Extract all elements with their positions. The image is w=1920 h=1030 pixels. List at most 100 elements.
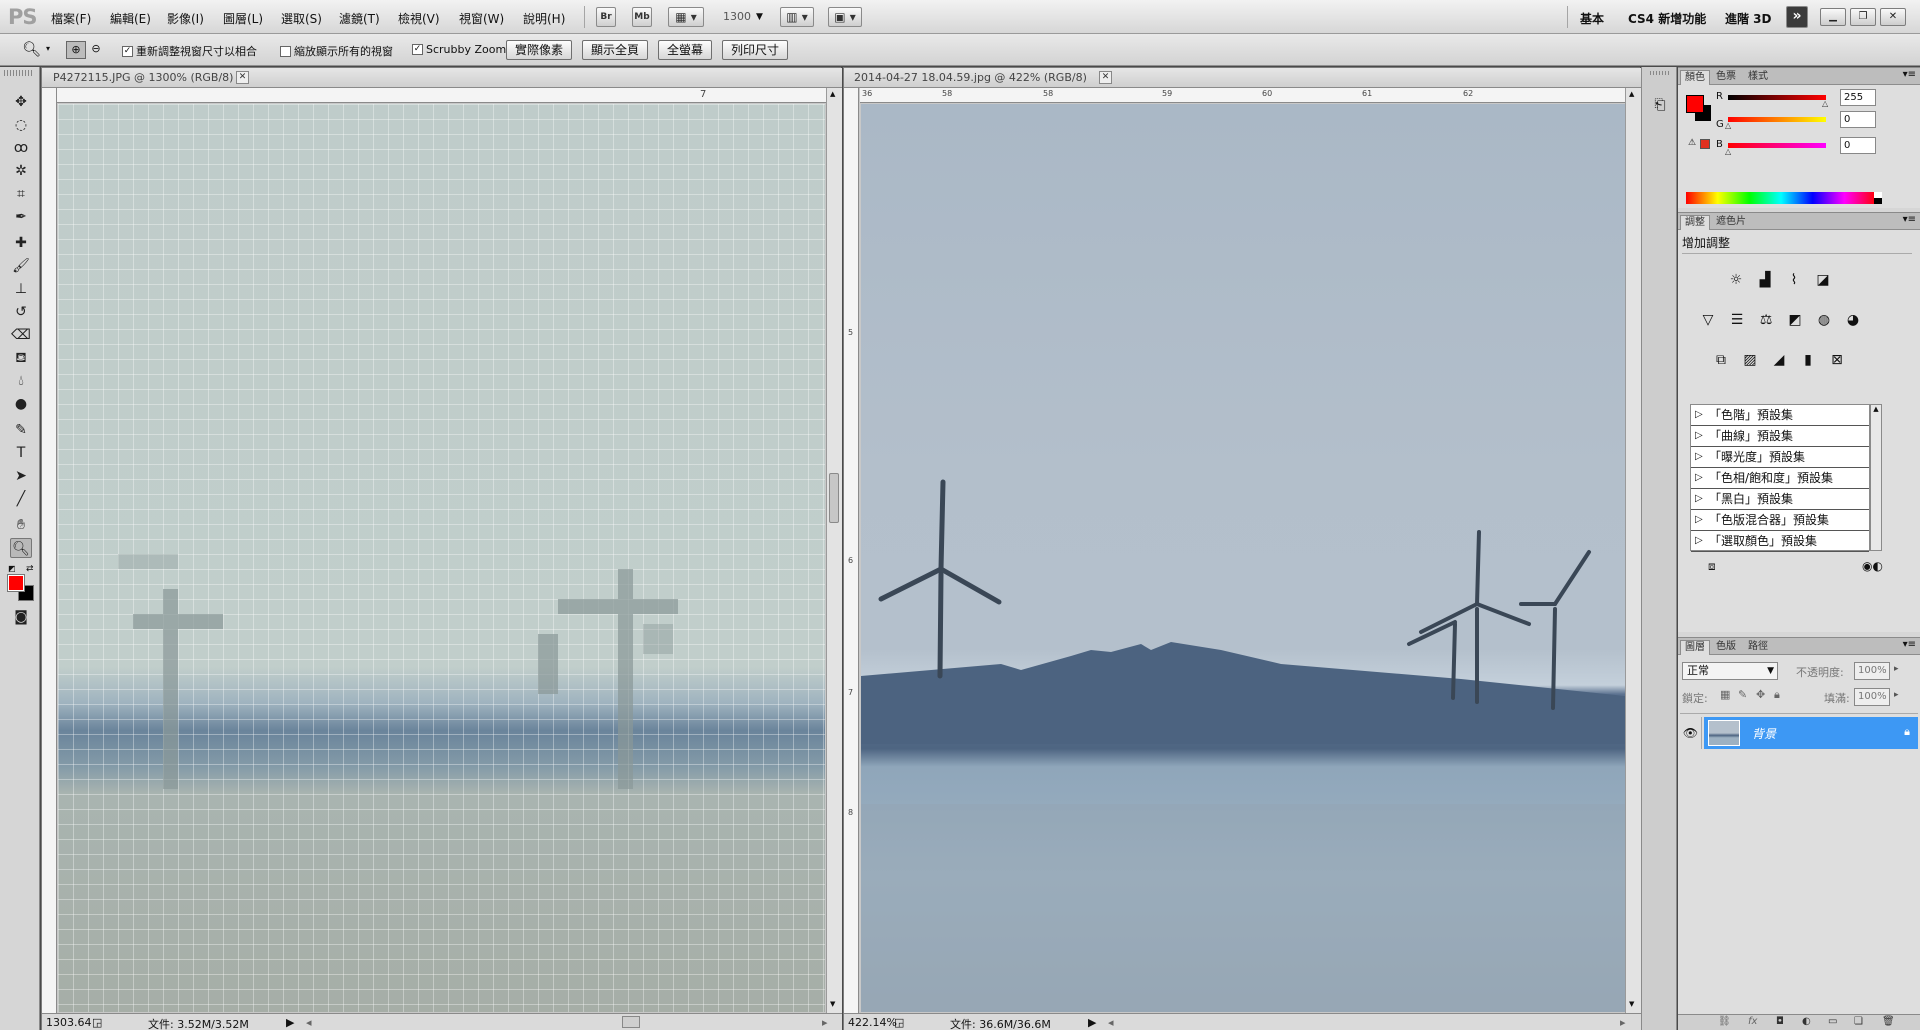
green-slider-track[interactable] xyxy=(1728,117,1826,122)
list-item[interactable]: 「曝光度」預設集 xyxy=(1691,447,1869,468)
zoom-level-dropdown[interactable]: 1300 xyxy=(723,10,751,23)
opacity-input[interactable]: 100% xyxy=(1854,662,1890,680)
menu-file[interactable]: 檔案(F) xyxy=(51,10,91,27)
new-layer-icon[interactable]: ❏ xyxy=(1854,1016,1863,1027)
lock-position-icon[interactable]: ✥ xyxy=(1756,688,1765,701)
panel-menu-icon[interactable]: ▾≡ xyxy=(1903,639,1916,650)
hue-saturation-icon[interactable]: ☰ xyxy=(1727,310,1747,330)
vertical-scrollbar-right[interactable]: ▲ ▼ xyxy=(1625,88,1641,1013)
document-tab-left[interactable]: P4272115.JPG @ 1300% (RGB/8) ✕ xyxy=(42,68,842,88)
color-panel-fg-swatch[interactable] xyxy=(1686,95,1704,113)
foreground-color-swatch[interactable] xyxy=(7,574,25,592)
view-extras-dropdown[interactable]: ▦ ▾ xyxy=(668,7,704,27)
gradient-map-icon[interactable]: ▮ xyxy=(1798,350,1818,370)
slider-handle-icon[interactable]: △ xyxy=(1725,147,1731,156)
blue-slider-track[interactable] xyxy=(1728,143,1826,148)
restore-button[interactable]: ❐ xyxy=(1850,8,1876,26)
fit-screen-button[interactable]: 顯示全頁 xyxy=(582,40,648,60)
menu-window[interactable]: 視窗(W) xyxy=(459,10,504,27)
move-tool-icon[interactable]: ✥ xyxy=(10,92,32,112)
actual-pixels-button[interactable]: 實際像素 xyxy=(506,40,572,60)
slider-handle-icon[interactable]: △ xyxy=(1822,99,1828,108)
zoom-all-windows-checkbox[interactable]: 縮放顯示所有的視窗 xyxy=(280,43,393,59)
hscroll-thumb[interactable] xyxy=(622,1016,640,1028)
adjustment-options-icon[interactable]: ◉◐ xyxy=(1862,559,1883,573)
menu-help[interactable]: 說明(H) xyxy=(523,10,565,27)
zoom-readout-left[interactable]: 1303.64 xyxy=(46,1016,92,1029)
new-adjustment-layer-icon[interactable]: ◐ xyxy=(1802,1016,1811,1027)
color-spectrum-ramp[interactable] xyxy=(1686,192,1876,204)
hand-tool-icon[interactable]: ✋︎ xyxy=(10,515,32,535)
exposure-icon[interactable]: ◪ xyxy=(1813,270,1833,290)
status-menu-arrow-icon[interactable]: ▶ xyxy=(1088,1016,1096,1029)
history-panel-icon[interactable]: ⎗ xyxy=(1650,95,1670,115)
levels-icon[interactable]: ▟ xyxy=(1755,270,1775,290)
vertical-scrollbar-left[interactable]: ▲ ▼ xyxy=(826,88,842,1013)
lock-transparency-icon[interactable]: ▦ xyxy=(1720,688,1730,701)
type-tool-icon[interactable]: T xyxy=(10,443,32,463)
default-colors-icon[interactable]: ◩ xyxy=(8,564,16,573)
close-button[interactable]: ✕ xyxy=(1880,8,1906,26)
tab-layers[interactable]: 圖層 xyxy=(1680,640,1710,655)
menu-view[interactable]: 檢視(V) xyxy=(398,10,440,27)
menu-image[interactable]: 影像(I) xyxy=(167,10,204,27)
menu-select[interactable]: 選取(S) xyxy=(281,10,322,27)
clip-to-layer-icon[interactable]: ⧈ xyxy=(1708,559,1716,574)
fill-screen-button[interactable]: 全螢幕 xyxy=(658,40,712,60)
lock-image-icon[interactable]: ✎ xyxy=(1738,688,1747,701)
eyedropper-tool-icon[interactable]: ✒ xyxy=(10,207,32,227)
gamut-color-chip[interactable] xyxy=(1700,139,1710,149)
swap-colors-icon[interactable]: ⇄ xyxy=(26,564,34,574)
delete-layer-icon[interactable]: 🗑︎ xyxy=(1882,1016,1895,1027)
tab-swatches[interactable]: 色票 xyxy=(1712,70,1740,85)
scroll-down-icon[interactable]: ▼ xyxy=(1629,1000,1634,1008)
green-value-input[interactable]: 0 xyxy=(1840,111,1876,128)
hscroll-right-icon[interactable]: ▸ xyxy=(1620,1016,1626,1029)
zoom-tool-preset-icon[interactable]: 🔍︎ xyxy=(22,40,41,58)
blend-mode-select[interactable]: 正常 ▼ xyxy=(1682,662,1778,680)
list-item[interactable]: 「黑白」預設集 xyxy=(1691,489,1869,510)
tab-styles[interactable]: 樣式 xyxy=(1744,70,1772,85)
image-canvas-left[interactable] xyxy=(58,104,825,1012)
add-mask-icon[interactable]: ◘ xyxy=(1776,1016,1784,1027)
menu-filter[interactable]: 濾鏡(T) xyxy=(339,10,380,27)
channel-mixer-icon[interactable]: ◕ xyxy=(1843,310,1863,330)
print-size-button[interactable]: 列印尺寸 xyxy=(722,40,788,60)
panel-menu-icon[interactable]: ▾≡ xyxy=(1903,214,1916,225)
lasso-tool-icon[interactable]: ꝏ xyxy=(10,138,32,158)
layer-row-background[interactable]: 背景 🔒︎ xyxy=(1704,717,1918,749)
scroll-down-icon[interactable]: ▼ xyxy=(830,1000,835,1008)
mini-bridge-button[interactable]: Mb xyxy=(632,7,652,27)
image-canvas-right[interactable] xyxy=(861,104,1625,1012)
panel-grip[interactable] xyxy=(1650,71,1670,75)
fill-input[interactable]: 100% xyxy=(1854,688,1890,706)
list-item[interactable]: 「色相/飽和度」預設集 xyxy=(1691,468,1869,489)
panel-grip[interactable] xyxy=(4,70,34,76)
resize-windows-checkbox[interactable]: ✓ 重新調整視窗尺寸以相合 xyxy=(122,43,257,59)
zoom-readout-right[interactable]: 422.14% xyxy=(848,1016,897,1029)
tab-channels[interactable]: 色版 xyxy=(1712,640,1740,655)
zoom-tool-icon[interactable]: 🔍︎ xyxy=(10,538,32,558)
arrange-documents-dropdown[interactable]: ▥ ▾ xyxy=(780,7,814,27)
tab-masks[interactable]: 遮色片 xyxy=(1712,215,1750,230)
scroll-up-icon[interactable]: ▲ xyxy=(1629,90,1634,98)
visibility-eye-icon[interactable]: 👁︎ xyxy=(1680,717,1702,749)
tab-color[interactable]: 顏色 xyxy=(1680,70,1710,85)
eraser-tool-icon[interactable]: ⌫ xyxy=(10,325,32,345)
new-group-icon[interactable]: ▭ xyxy=(1828,1016,1837,1027)
zoom-dropdown-arrow-icon[interactable]: ▼ xyxy=(756,12,763,22)
path-selection-tool-icon[interactable]: ➤ xyxy=(10,466,32,486)
posterize-icon[interactable]: ▨ xyxy=(1740,350,1760,370)
out-of-gamut-warning-icon[interactable]: ⚠ xyxy=(1688,138,1696,148)
brush-tool-icon[interactable]: 🖌︎ xyxy=(10,256,32,276)
marquee-tool-icon[interactable]: ◌ xyxy=(10,115,32,135)
workspace-advanced-3d[interactable]: 進階 3D xyxy=(1725,10,1772,27)
pen-tool-icon[interactable]: ✎ xyxy=(10,420,32,440)
document-tab-right[interactable]: 2014-04-27 18.04.59.jpg @ 422% (RGB/8) ✕ xyxy=(844,68,1641,88)
workspace-essentials[interactable]: 基本 xyxy=(1580,10,1604,27)
line-tool-icon[interactable]: ╱ xyxy=(10,489,32,509)
layer-style-icon[interactable]: fx xyxy=(1748,1016,1757,1027)
hscroll-right-icon[interactable]: ▸ xyxy=(822,1016,828,1029)
screen-mode-dropdown[interactable]: ▣ ▾ xyxy=(828,7,862,27)
clone-stamp-tool-icon[interactable]: ⊥ xyxy=(10,279,32,299)
